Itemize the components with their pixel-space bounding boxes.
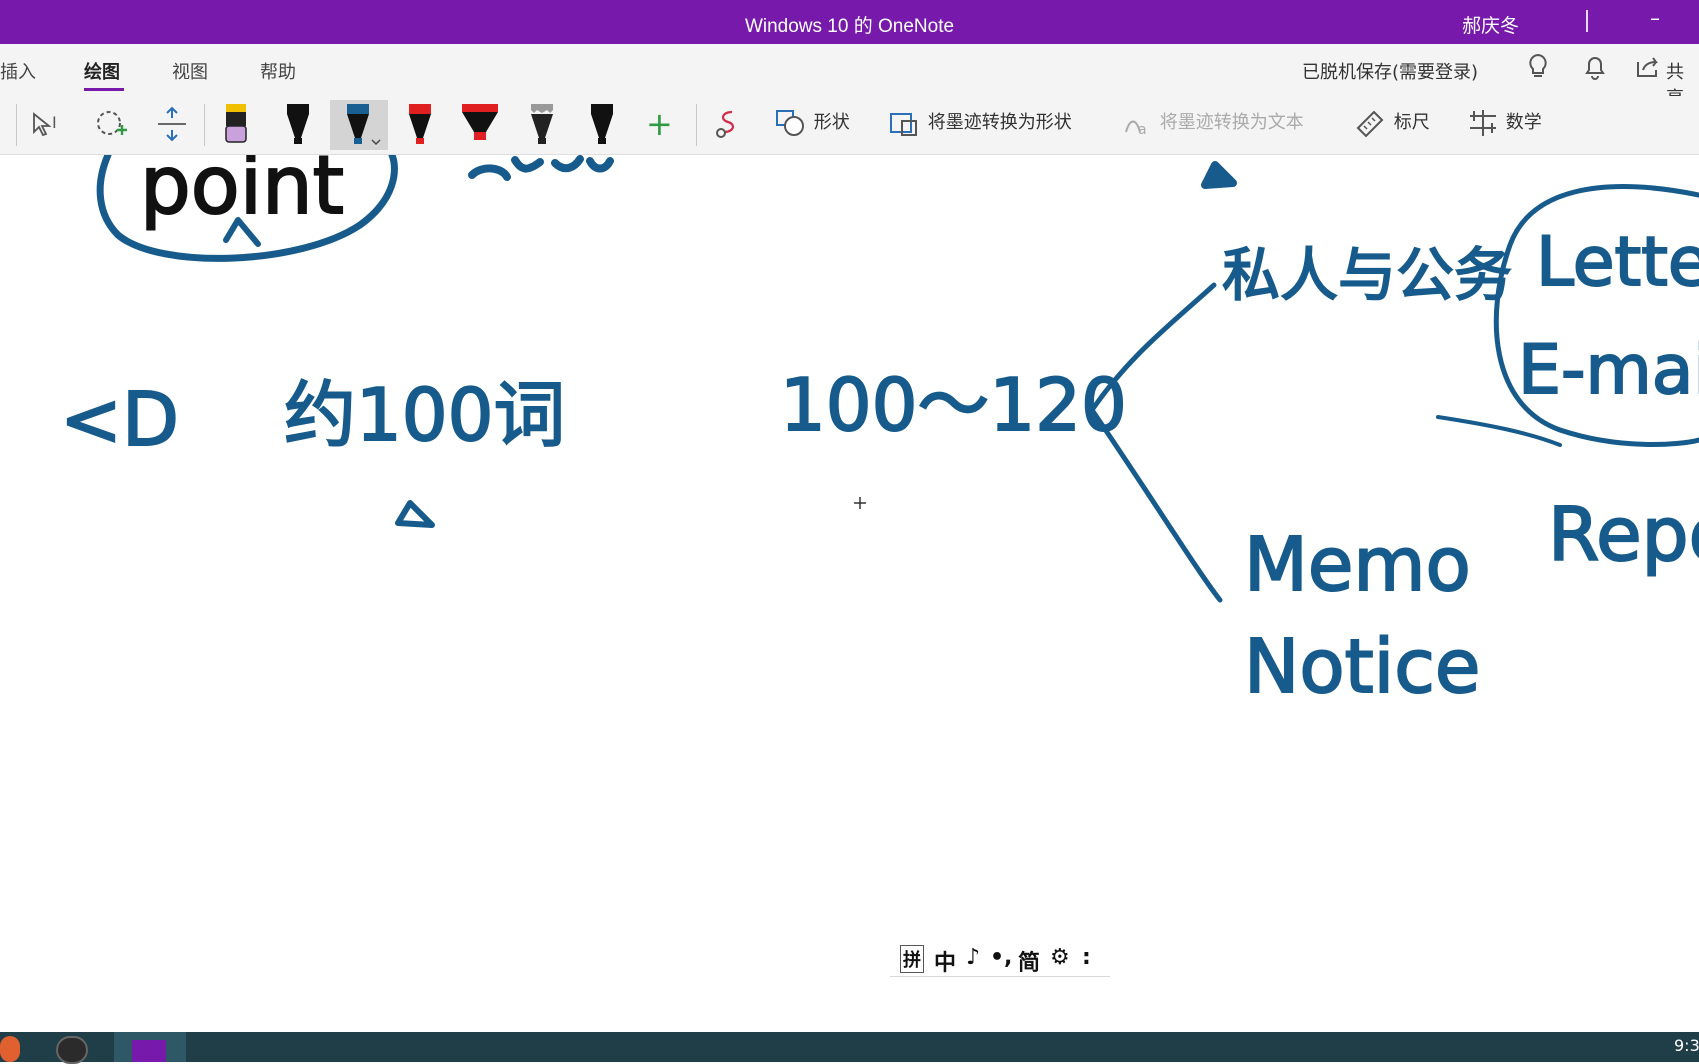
pen-cursor-icon — [854, 497, 866, 509]
toolbar-divider — [696, 104, 697, 146]
taskbar-app-onenote-tile[interactable] — [114, 1032, 186, 1062]
taskbar-clock[interactable]: 9:3 — [1674, 1036, 1699, 1055]
math-icon — [1470, 110, 1496, 136]
title-bar: Windows 10 的 OneNote 郝庆冬 – — [0, 0, 1699, 44]
toolbar-divider — [16, 104, 17, 146]
lightbulb-icon[interactable] — [1526, 52, 1550, 88]
ruler-icon — [1356, 110, 1384, 138]
ink-scribble — [468, 155, 614, 181]
svg-text:a: a — [1138, 122, 1147, 138]
ink-to-text-label: 将墨迹转换为文本 — [1159, 112, 1304, 133]
tab-view[interactable]: 视图 — [172, 58, 208, 84]
math-label: 数学 — [1505, 112, 1542, 133]
ink-to-shape-icon — [890, 113, 917, 136]
pen-black-2-icon[interactable] — [582, 100, 622, 150]
add-pen-button[interactable]: + — [646, 108, 673, 158]
ime-chinese-mode[interactable]: 中 — [934, 945, 956, 977]
taskbar-app-obs-icon[interactable] — [56, 1036, 88, 1064]
ink-to-shape-button[interactable]: 将墨迹转换为形状 — [888, 108, 1072, 140]
ink-memo: Memo — [1244, 522, 1471, 608]
tab-insert[interactable]: 插入 — [0, 58, 36, 84]
ime-toolbar[interactable]: 拼 中 ♪ •, 简 ⚙ : — [890, 942, 1110, 977]
ribbon-tab-bar: 插入 绘图 视图 帮助 已脱机保存(需要登录) 共享 — [0, 44, 1699, 109]
save-status: 已脱机保存(需要登录) — [1302, 62, 1479, 83]
ime-settings-icon[interactable]: ⚙ — [1050, 945, 1070, 970]
share-icon[interactable] — [1634, 52, 1662, 88]
type-select-icon[interactable]: I — [28, 106, 68, 156]
pencil-black-icon[interactable] — [522, 100, 562, 150]
title-separator — [1586, 10, 1588, 32]
pen-blue-icon[interactable] — [330, 100, 388, 150]
draw-toolbar: I + 形状 将墨迹转换为形状 a 将墨迹转换为文本 标尺 数学 — [0, 96, 1699, 155]
onenote-icon — [132, 1040, 166, 1062]
ink-range: 100～120 — [780, 363, 1127, 447]
ink-email: E-mail — [1518, 331, 1699, 410]
pen-black-icon[interactable] — [278, 100, 318, 150]
window-title: Windows 10 的 OneNote — [744, 16, 955, 37]
ink-to-text-button[interactable]: a 将墨迹转换为文本 — [1120, 108, 1304, 140]
taskbar: 9:3 — [0, 1032, 1699, 1064]
shapes-icon — [776, 110, 804, 136]
tab-draw[interactable]: 绘图 — [84, 58, 120, 84]
ime-simplified-mode[interactable]: 简 — [1018, 945, 1040, 977]
triangle-mark-words — [395, 500, 435, 528]
user-name[interactable]: 郝庆冬 — [1462, 11, 1519, 38]
triangle-mark-top — [1201, 161, 1237, 189]
add-space-icon[interactable] — [152, 106, 192, 156]
pen-red-icon[interactable] — [400, 100, 440, 150]
taskbar-app-firefox-icon[interactable] — [0, 1036, 20, 1062]
ruler-button[interactable]: 标尺 — [1354, 108, 1430, 140]
highlighter-red-icon[interactable] — [456, 100, 504, 150]
shapes-button[interactable]: 形状 — [774, 108, 850, 140]
ruler-label: 标尺 — [1393, 112, 1430, 133]
ink-report: Report — [1548, 492, 1699, 578]
ink-private-letters: 私人与公务 — [1222, 241, 1512, 309]
active-tab-indicator — [84, 88, 124, 91]
ink-note-mark: <D — [60, 377, 179, 463]
bell-icon[interactable] — [1582, 52, 1608, 88]
lasso-select-icon[interactable] — [92, 106, 132, 156]
ink-about-words: 约100词 — [284, 373, 565, 457]
ink-to-text-icon: a — [1125, 120, 1147, 138]
ink-replay-icon[interactable] — [710, 106, 746, 156]
ink-to-shape-label: 将墨迹转换为形状 — [927, 112, 1072, 133]
ink-point: point — [140, 155, 344, 232]
minimize-button[interactable]: – — [1650, 8, 1660, 28]
math-button[interactable]: 数学 — [1466, 108, 1542, 140]
note-canvas[interactable]: point <D 约100词 100～120 私人与公务 Letter E-ma… — [0, 155, 1699, 1032]
shapes-label: 形状 — [813, 112, 850, 133]
tab-help[interactable]: 帮助 — [260, 58, 296, 84]
toolbar-divider — [204, 104, 205, 146]
ink-notice: Notice — [1244, 624, 1480, 710]
ime-menu-icon[interactable]: : — [1082, 945, 1091, 970]
ink-layer: point <D 约100词 100～120 私人与公务 Letter E-ma… — [59, 155, 1699, 711]
svg-text:I: I — [52, 113, 57, 132]
eraser-icon[interactable] — [216, 100, 256, 150]
ime-pinyin-icon[interactable]: 拼 — [900, 945, 924, 973]
ime-punctuation-icon[interactable]: •, — [990, 945, 1012, 970]
ime-moon-icon[interactable]: ♪ — [966, 945, 980, 970]
ink-letter: Letter — [1536, 223, 1699, 302]
